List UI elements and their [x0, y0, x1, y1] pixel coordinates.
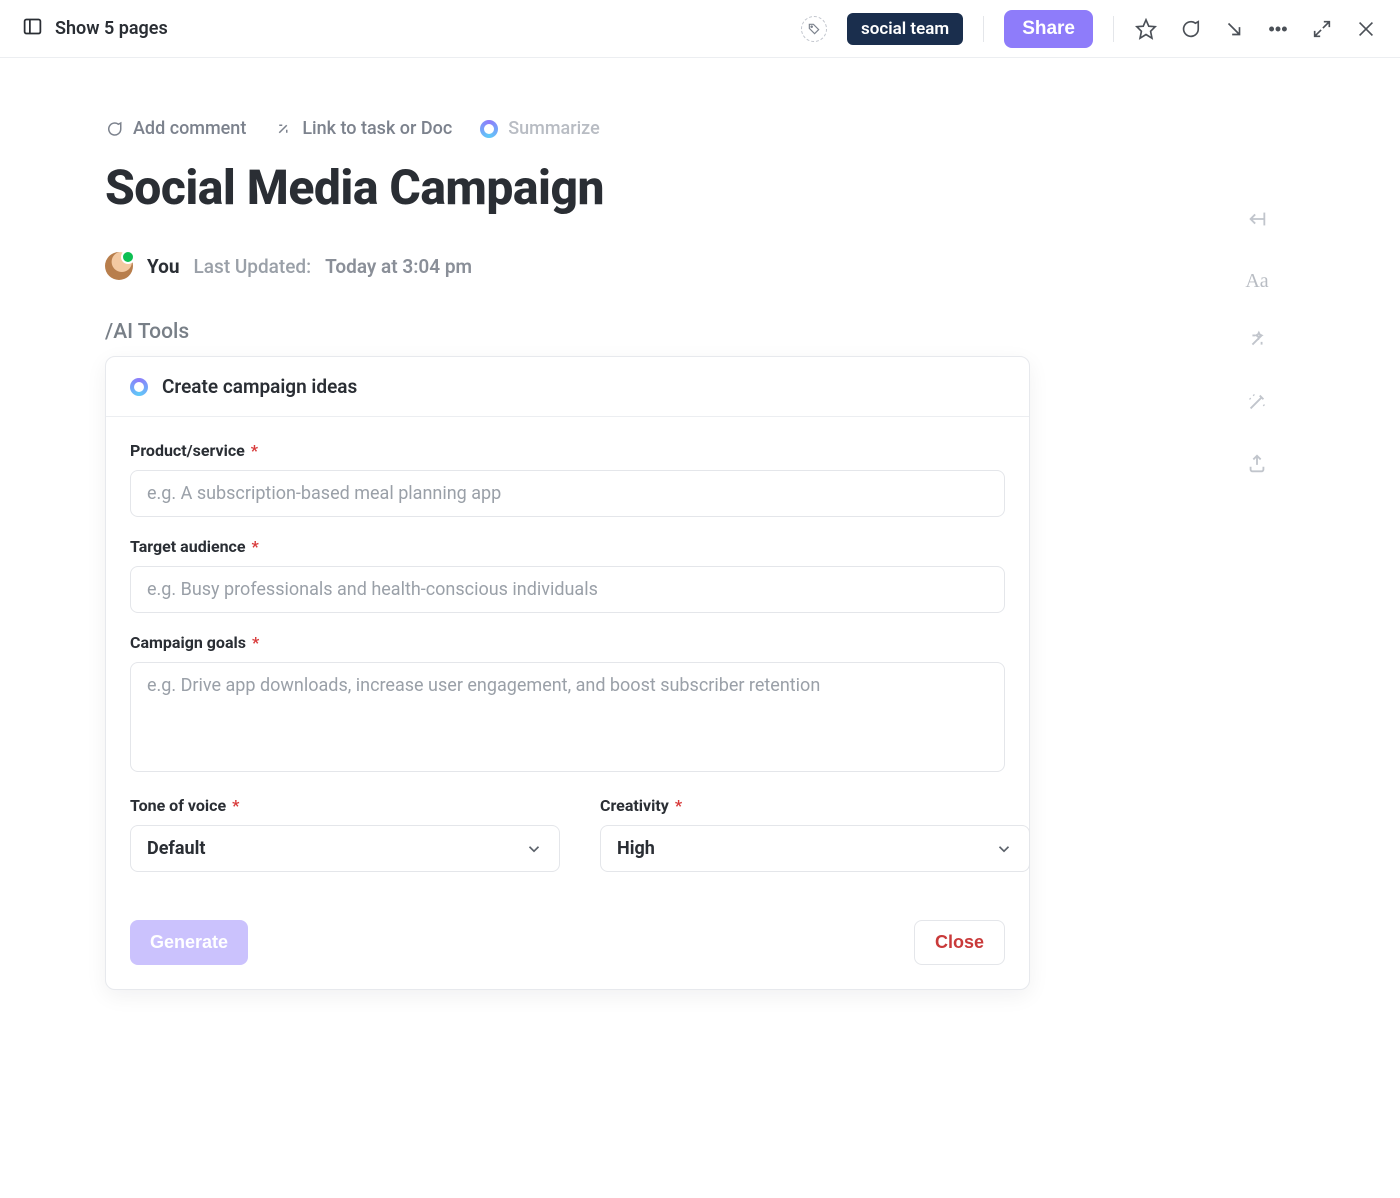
summarize-action[interactable]: Summarize	[480, 118, 599, 139]
updated-timestamp: Today at 3:04 pm	[325, 255, 472, 278]
author-name: You	[147, 255, 180, 278]
chevron-down-icon	[995, 840, 1013, 858]
topbar-right: social team Share	[801, 10, 1378, 48]
goals-field: Campaign goals *	[130, 633, 1005, 776]
topbar-left: Show 5 pages	[22, 16, 168, 41]
team-chip[interactable]: social team	[847, 13, 963, 45]
slash-command-text[interactable]: /AI Tools	[105, 320, 1225, 344]
tone-value: Default	[147, 838, 205, 859]
export-icon[interactable]	[1246, 453, 1268, 479]
ai-panel-body: Product/service * Target audience * Camp…	[106, 417, 1029, 916]
ai-panel-title: Create campaign ideas	[162, 375, 357, 398]
goals-textarea[interactable]	[130, 662, 1005, 772]
more-icon[interactable]	[1266, 17, 1290, 41]
add-comment-action[interactable]: Add comment	[105, 118, 246, 139]
link-task-action[interactable]: Link to task or Doc	[274, 118, 452, 139]
required-marker: *	[252, 537, 259, 556]
magic-wand-icon[interactable]	[1246, 391, 1268, 417]
tone-select[interactable]: Default	[130, 825, 560, 872]
avatar[interactable]	[105, 252, 133, 280]
download-icon[interactable]	[1222, 17, 1246, 41]
show-pages-button[interactable]: Show 5 pages	[55, 18, 168, 39]
selects-row: Tone of voice * Default Creativity *	[130, 796, 1005, 892]
ai-icon	[130, 378, 148, 396]
product-input[interactable]	[130, 470, 1005, 517]
add-tag-button[interactable]	[801, 16, 827, 42]
creativity-field: Creativity * High	[600, 796, 1030, 872]
divider	[1113, 16, 1114, 42]
creativity-select[interactable]: High	[600, 825, 1030, 872]
right-rail: Aa	[1225, 58, 1289, 990]
page-title: Social Media Campaign	[105, 159, 1225, 216]
share-button[interactable]: Share	[1004, 10, 1093, 48]
updated-label: Last Updated:	[194, 255, 312, 278]
ai-panel: Create campaign ideas Product/service * …	[105, 356, 1030, 990]
add-comment-label: Add comment	[133, 118, 246, 139]
content: Add comment Link to task or Doc Summariz…	[105, 58, 1225, 990]
divider	[983, 16, 984, 42]
ai-panel-header: Create campaign ideas	[106, 357, 1029, 417]
audience-label: Target audience *	[130, 537, 1005, 556]
required-marker: *	[252, 633, 259, 652]
required-marker: *	[251, 441, 258, 460]
ai-rail-icon[interactable]	[1246, 329, 1268, 355]
expand-icon[interactable]	[1310, 17, 1334, 41]
required-marker: *	[675, 796, 682, 815]
chevron-down-icon	[525, 840, 543, 858]
tone-label: Tone of voice *	[130, 796, 560, 815]
sidebar-toggle-icon[interactable]	[22, 16, 43, 41]
doc-actions-row: Add comment Link to task or Doc Summariz…	[105, 118, 1225, 139]
product-field: Product/service *	[130, 441, 1005, 517]
close-icon[interactable]	[1354, 17, 1378, 41]
close-button[interactable]: Close	[914, 920, 1005, 965]
product-label: Product/service *	[130, 441, 1005, 460]
creativity-value: High	[617, 838, 655, 859]
typography-icon[interactable]: Aa	[1245, 270, 1268, 293]
topbar: Show 5 pages social team Share	[0, 0, 1400, 58]
ai-panel-footer: Generate Close	[106, 916, 1029, 989]
tone-field: Tone of voice * Default	[130, 796, 560, 872]
main: Add comment Link to task or Doc Summariz…	[0, 58, 1400, 990]
required-marker: *	[232, 796, 239, 815]
audience-input[interactable]	[130, 566, 1005, 613]
generate-button[interactable]: Generate	[130, 920, 248, 965]
star-icon[interactable]	[1134, 17, 1158, 41]
creativity-label: Creativity *	[600, 796, 1030, 815]
byline: You Last Updated: Today at 3:04 pm	[105, 252, 1225, 280]
comment-icon[interactable]	[1178, 17, 1202, 41]
link-task-label: Link to task or Doc	[302, 118, 452, 139]
outdent-icon[interactable]	[1246, 208, 1268, 234]
ai-icon	[480, 120, 498, 138]
audience-field: Target audience *	[130, 537, 1005, 613]
goals-label: Campaign goals *	[130, 633, 1005, 652]
summarize-label: Summarize	[508, 118, 599, 139]
